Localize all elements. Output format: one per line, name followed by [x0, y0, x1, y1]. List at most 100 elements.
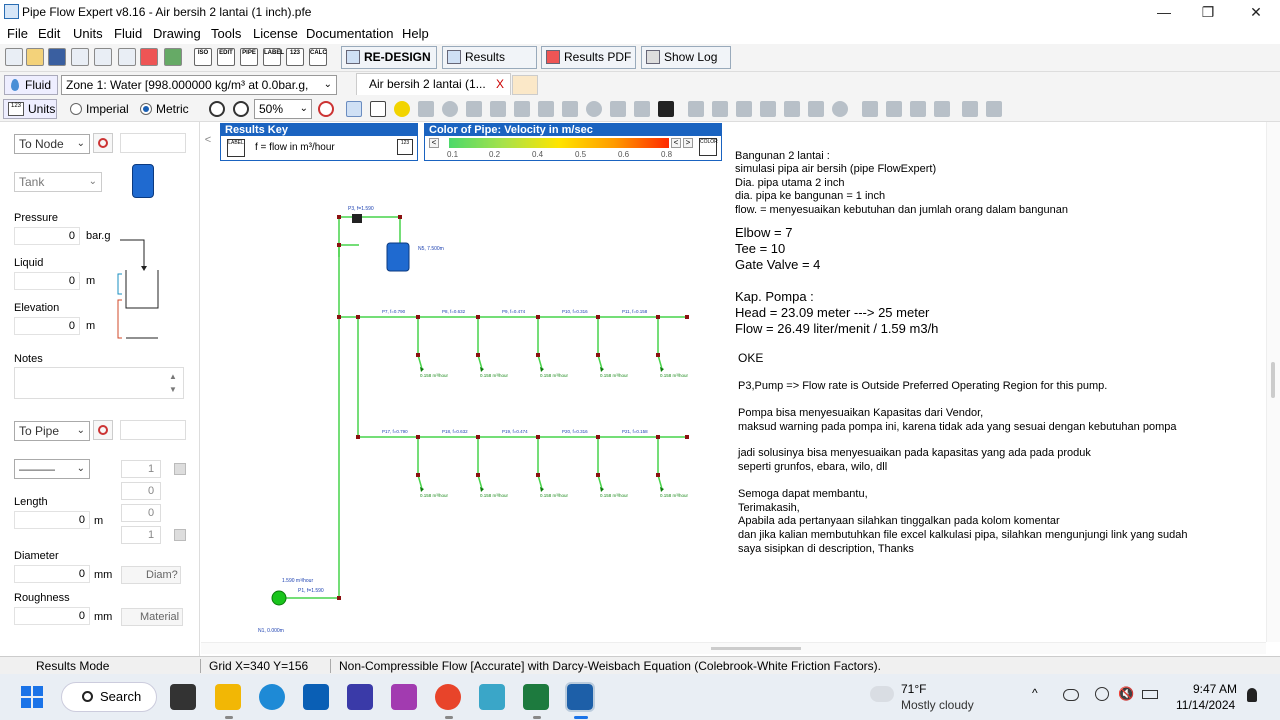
maximize-button[interactable]: ❐ — [1186, 2, 1230, 22]
pipe-node[interactable] — [476, 353, 480, 357]
units-123-icon[interactable]: 123 — [397, 139, 413, 155]
node-type-select[interactable]: Tank ⌄ — [14, 172, 102, 192]
pipe-node[interactable] — [337, 596, 341, 600]
close-window-button[interactable]: ✕ — [1234, 2, 1278, 22]
taskbar-search[interactable]: Search — [61, 682, 157, 712]
arrow-left-icon[interactable]: < — [429, 138, 439, 148]
menu-drawing[interactable]: Drawing — [153, 26, 201, 41]
scroll-thumb[interactable] — [711, 647, 801, 650]
notes-field[interactable] — [14, 367, 184, 399]
pipe-icon[interactable]: PIPE — [240, 48, 258, 66]
units-123-icon[interactable]: 123 — [286, 48, 304, 66]
delete-icon[interactable] — [934, 101, 950, 117]
clock-date[interactable]: 11/14/2024 — [1176, 698, 1235, 712]
branch-outlet-pipe[interactable] — [657, 474, 663, 490]
find-icon[interactable] — [832, 101, 848, 117]
pipe-node[interactable] — [476, 315, 480, 319]
visual-studio-icon[interactable] — [347, 684, 373, 710]
pump-icon[interactable] — [352, 214, 362, 223]
pipe-id-field[interactable] — [120, 420, 186, 440]
material-button[interactable]: Material — [121, 608, 183, 626]
select-pointer-icon[interactable] — [346, 101, 362, 117]
copy-icon[interactable] — [736, 101, 752, 117]
brush-tool-icon[interactable] — [634, 101, 650, 117]
label-icon[interactable]: LABEL — [227, 139, 245, 157]
menu-file[interactable]: File — [7, 26, 28, 41]
calc-icon[interactable]: CALC — [309, 48, 327, 66]
node-id-field[interactable] — [120, 133, 186, 153]
zoom-in-icon[interactable] — [233, 101, 249, 117]
menu-units[interactable]: Units — [73, 26, 103, 41]
to-node-select[interactable]: To Node ⌄ — [14, 134, 90, 154]
align-icon[interactable] — [886, 101, 902, 117]
network-globe-icon[interactable] — [1095, 687, 1109, 701]
menu-license[interactable]: License — [253, 26, 298, 41]
pipe-flow-expert-taskbar-icon[interactable] — [565, 682, 595, 712]
branch-outlet-pipe[interactable] — [537, 474, 543, 490]
pipe-node[interactable] — [337, 215, 341, 219]
pipe-node[interactable] — [356, 435, 360, 439]
print-icon[interactable] — [118, 48, 136, 66]
pump-tool-icon[interactable] — [586, 101, 602, 117]
show-log-button[interactable]: Show Log — [641, 46, 731, 69]
pressure-input[interactable]: 0 — [14, 227, 80, 245]
open-folder-icon[interactable] — [26, 48, 44, 66]
pipe-node[interactable] — [337, 243, 341, 247]
volume-muted-icon[interactable]: 🔇 — [1118, 686, 1134, 702]
excel-icon[interactable] — [523, 684, 549, 710]
rectangle-select-icon[interactable] — [688, 101, 704, 117]
branch-outlet-pipe[interactable] — [597, 474, 603, 490]
menu-help[interactable]: Help — [402, 26, 429, 41]
flip-vertical-icon[interactable] — [808, 101, 824, 117]
flip-horizontal-icon[interactable] — [784, 101, 800, 117]
branch-outlet-pipe[interactable] — [597, 354, 603, 370]
pipe-node[interactable] — [416, 473, 420, 477]
join-tool-icon[interactable] — [466, 101, 482, 117]
distribute-icon[interactable] — [910, 101, 926, 117]
fitting-tool-icon[interactable] — [514, 101, 530, 117]
pick-pipe-button[interactable] — [93, 420, 113, 440]
line-tool-icon[interactable] — [490, 101, 506, 117]
fluid-zone-select[interactable]: Zone 1: Water [998.000000 kg/m³ at 0.0ba… — [61, 75, 337, 110]
diameter-input[interactable]: 0 — [14, 565, 90, 583]
clipchamp-icon[interactable] — [391, 684, 417, 710]
menu-documentation[interactable]: Documentation — [306, 26, 393, 41]
pick-node-button[interactable] — [93, 133, 113, 153]
windows-start-icon[interactable] — [21, 686, 43, 708]
scroll-thumb[interactable] — [1271, 362, 1275, 398]
scroll-up-icon[interactable]: ▲ — [169, 372, 177, 381]
branch-outlet-pipe[interactable] — [417, 474, 423, 490]
task-view-icon[interactable] — [170, 684, 196, 710]
pencil-tool-icon[interactable] — [610, 101, 626, 117]
pipe-node[interactable] — [536, 353, 540, 357]
menu-edit[interactable]: Edit — [38, 26, 60, 41]
liquid-input[interactable]: 0 — [14, 272, 80, 290]
branch-outlet-pipe[interactable] — [657, 354, 663, 370]
arrow-right-icon[interactable]: > — [683, 138, 693, 148]
zoom-out-icon[interactable] — [209, 101, 225, 117]
pipe-node[interactable] — [596, 435, 600, 439]
pipe-node[interactable] — [656, 473, 660, 477]
branch-outlet-pipe[interactable] — [537, 354, 543, 370]
crosshair-icon[interactable] — [318, 101, 334, 117]
arrow-left-icon[interactable]: < — [671, 138, 681, 148]
pipe-tool-icon[interactable] — [418, 101, 434, 117]
metric-radio[interactable] — [140, 103, 152, 115]
vertical-scrollbar[interactable] — [1266, 122, 1280, 642]
elevation-input[interactable]: 0 — [14, 317, 80, 335]
email-icon[interactable] — [71, 48, 89, 66]
pipe-node[interactable] — [337, 315, 341, 319]
pipe-node[interactable] — [476, 435, 480, 439]
edit-icon[interactable]: EDIT — [217, 48, 235, 66]
node-tool-icon[interactable] — [442, 101, 458, 117]
menu-fluid[interactable]: Fluid — [114, 26, 142, 41]
minimize-button[interactable]: — — [1142, 2, 1186, 22]
diameter-lookup-button[interactable]: Diam? — [121, 566, 181, 584]
roughness-input[interactable]: 0 — [14, 607, 90, 625]
scroll-down-icon[interactable]: ▼ — [169, 385, 177, 394]
fitting-gate-count[interactable]: 1 — [121, 526, 161, 544]
fitting-valve-count[interactable]: 0 — [121, 504, 161, 522]
color-settings-icon[interactable]: COLOR — [699, 138, 718, 156]
tab-document[interactable]: Air bersih 2 lantai (1... X — [356, 73, 511, 95]
horizontal-scrollbar[interactable] — [201, 642, 1266, 654]
